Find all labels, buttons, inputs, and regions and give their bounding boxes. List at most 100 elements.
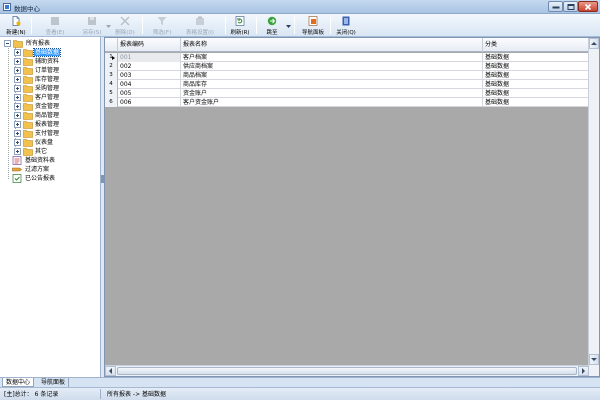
jump-icon xyxy=(267,16,277,26)
expand-toggle[interactable] xyxy=(14,148,21,155)
expand-toggle[interactable] xyxy=(14,130,21,137)
table-settings-button[interactable]: 表格设置(I) xyxy=(178,15,222,36)
report-tree-panel: 所有报表 基础数据 辅助资料 订单管理 库存管理 采购管理 客户管理 资金管理 xyxy=(0,37,101,377)
column-header-category[interactable]: 分类 xyxy=(483,38,589,52)
cell-code[interactable]: 004 xyxy=(118,80,181,89)
cell-name[interactable]: 客户资金账户 xyxy=(181,98,483,107)
status-separator xyxy=(100,389,101,399)
column-header-code[interactable]: 报表编码 xyxy=(118,38,181,52)
row-header: 5 xyxy=(105,89,118,98)
cell-name[interactable]: 客户档案 xyxy=(181,53,483,62)
view-button[interactable]: 查看(E) xyxy=(40,15,70,36)
tree-item-basic-data[interactable]: 基础数据 xyxy=(14,48,100,57)
expand-toggle[interactable] xyxy=(14,67,21,74)
cell-name[interactable]: 商品库存 xyxy=(181,80,483,89)
tree-item-basic-tables[interactable]: 基础资料表 xyxy=(12,156,100,165)
tree-item-orders[interactable]: 订单管理 xyxy=(14,66,100,75)
cell-category[interactable]: 基础数据 xyxy=(483,62,589,71)
toolbar-separator xyxy=(225,17,226,34)
scroll-left-button[interactable] xyxy=(105,366,116,376)
expand-toggle[interactable] xyxy=(14,139,21,146)
expand-toggle[interactable] xyxy=(14,94,21,101)
nav-panel-button[interactable]: 导航面板 xyxy=(297,15,329,36)
close-doc-button[interactable]: 关闭(Q) xyxy=(333,15,359,36)
delete-button[interactable]: 删除(D) xyxy=(112,15,138,36)
jump-button[interactable]: 跳至 xyxy=(261,15,283,36)
tree-item-label: 报表管理 xyxy=(35,121,60,128)
folder-icon xyxy=(23,138,34,147)
tree-item-purchasing[interactable]: 采购管理 xyxy=(14,84,100,93)
table-row[interactable]: 1 001 客户档案 基础数据 xyxy=(105,53,589,62)
minimize-icon xyxy=(552,6,559,8)
table-row[interactable]: 3 003 商品档案 基础数据 xyxy=(105,71,589,80)
minimize-button[interactable] xyxy=(548,1,563,12)
tree-item-other[interactable]: 其它 xyxy=(14,147,100,156)
cell-code[interactable]: 003 xyxy=(118,71,181,80)
table-row[interactable]: 2 002 供应商档案 基础数据 xyxy=(105,62,589,71)
expand-toggle[interactable] xyxy=(14,76,21,83)
jump-dropdown-icon[interactable] xyxy=(286,24,291,29)
table-row[interactable]: 4 004 商品库存 基础数据 xyxy=(105,80,589,89)
tab-data-center[interactable]: 数据中心 xyxy=(2,378,35,387)
horizontal-scrollbar[interactable] xyxy=(105,365,589,376)
scroll-down-button[interactable] xyxy=(589,354,599,365)
cell-name[interactable]: 供应商档案 xyxy=(181,62,483,71)
collapse-toggle[interactable] xyxy=(4,40,11,47)
folder-open-icon xyxy=(13,39,24,48)
tree-item-published-reports[interactable]: 已公告报表 xyxy=(12,174,100,183)
expand-toggle[interactable] xyxy=(14,85,21,92)
tree-item-aux-data[interactable]: 辅助资料 xyxy=(14,57,100,66)
tree-item-reports[interactable]: 报表管理 xyxy=(14,120,100,129)
close-window-button[interactable] xyxy=(578,1,598,12)
expand-toggle[interactable] xyxy=(14,112,21,119)
vertical-scrollbar[interactable] xyxy=(588,38,599,376)
tree-item-funds[interactable]: 资金管理 xyxy=(14,102,100,111)
cell-category[interactable]: 基础数据 xyxy=(483,53,589,62)
scroll-up-button[interactable] xyxy=(589,38,599,49)
cell-category[interactable]: 基础数据 xyxy=(483,80,589,89)
expand-toggle[interactable] xyxy=(14,121,21,128)
expand-toggle[interactable] xyxy=(14,49,21,56)
tree-item-label: 商品管理 xyxy=(35,112,60,119)
save-as-dropdown-icon[interactable] xyxy=(106,24,111,29)
tree-item-products[interactable]: 商品管理 xyxy=(14,111,100,120)
table-row[interactable]: 5 005 资金账户 基础数据 xyxy=(105,89,589,98)
tree-item-filter-schemes[interactable]: 过滤方案 xyxy=(12,165,100,174)
tree-item-payments[interactable]: 支付管理 xyxy=(14,129,100,138)
filter-button[interactable]: 筛选(F) xyxy=(148,15,176,36)
refresh-button[interactable]: 刷新(R) xyxy=(228,15,252,36)
cell-name[interactable]: 商品档案 xyxy=(181,71,483,80)
cell-code[interactable]: 002 xyxy=(118,62,181,71)
tree-item-label: 支付管理 xyxy=(35,130,60,137)
cell-category[interactable]: 基础数据 xyxy=(483,89,589,98)
column-header-name[interactable]: 报表名称 xyxy=(181,38,483,52)
record-count: [主]总计： 6 条记录 xyxy=(4,391,59,398)
cell-name[interactable]: 资金账户 xyxy=(181,89,483,98)
cell-code[interactable]: 001 xyxy=(118,53,181,62)
tree-item-inventory[interactable]: 库存管理 xyxy=(14,75,100,84)
table-row[interactable]: 6 006 客户资金账户 基础数据 xyxy=(105,98,589,107)
expand-toggle[interactable] xyxy=(14,58,21,65)
cell-category[interactable]: 基础数据 xyxy=(483,98,589,107)
cell-code[interactable]: 006 xyxy=(118,98,181,107)
scroll-left-icon xyxy=(109,368,112,374)
maximize-button[interactable] xyxy=(563,1,578,12)
tree-line xyxy=(8,43,9,179)
grid-header: 报表编码 报表名称 分类 xyxy=(105,38,589,52)
tree-item-customers[interactable]: 客户管理 xyxy=(14,93,100,102)
current-row-icon xyxy=(112,55,115,60)
tree-item-dashboard[interactable]: 仪表盘 xyxy=(14,138,100,147)
tree-item-label: 辅助资料 xyxy=(35,58,60,65)
scroll-right-button[interactable] xyxy=(578,366,589,376)
folder-icon xyxy=(23,57,34,66)
horizontal-scroll-thumb[interactable] xyxy=(117,367,577,375)
row-header-corner xyxy=(105,38,118,52)
expand-toggle[interactable] xyxy=(14,103,21,110)
new-button[interactable]: 新建(N) xyxy=(4,15,28,36)
save-as-button[interactable]: 另存(S) xyxy=(78,15,106,36)
tree-root[interactable]: 所有报表 xyxy=(2,39,100,48)
cell-code[interactable]: 005 xyxy=(118,89,181,98)
tree-item-label: 其它 xyxy=(35,148,48,155)
cell-category[interactable]: 基础数据 xyxy=(483,71,589,80)
tab-nav-panel[interactable]: 导航面板 xyxy=(38,378,70,387)
